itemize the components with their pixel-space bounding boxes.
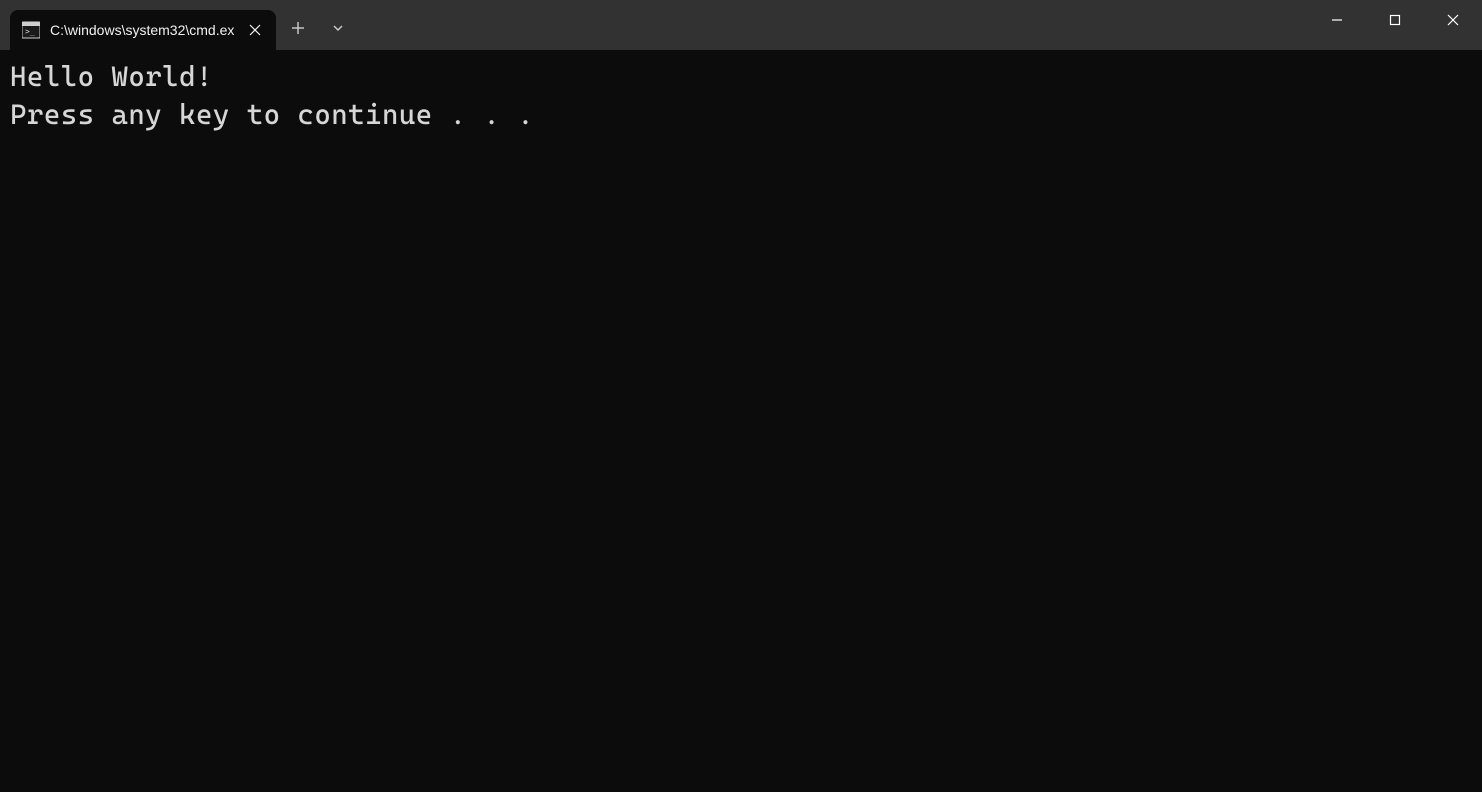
window-controls (1308, 0, 1482, 50)
terminal-output[interactable]: Hello World! Press any key to continue .… (0, 50, 1482, 792)
close-icon (1446, 13, 1460, 27)
tab-cmd[interactable]: >_ C:\windows\system32\cmd.ex (10, 10, 276, 50)
plus-icon (291, 21, 305, 35)
minimize-button[interactable] (1308, 0, 1366, 40)
console-line: Press any key to continue . . . (10, 98, 534, 131)
maximize-button[interactable] (1366, 0, 1424, 40)
tab-title: C:\windows\system32\cmd.ex (50, 22, 234, 38)
console-line: Hello World! (10, 60, 213, 93)
new-tab-button[interactable] (276, 10, 320, 50)
tab-dropdown-button[interactable] (320, 10, 356, 50)
maximize-icon (1388, 13, 1402, 27)
svg-text:>_: >_ (25, 27, 35, 36)
tab-close-button[interactable] (244, 19, 266, 41)
close-icon (249, 24, 261, 36)
titlebar: >_ C:\windows\system32\cmd.ex (0, 0, 1482, 50)
minimize-icon (1330, 13, 1344, 27)
titlebar-left: >_ C:\windows\system32\cmd.ex (0, 0, 356, 50)
cmd-icon: >_ (22, 21, 40, 39)
close-window-button[interactable] (1424, 0, 1482, 40)
chevron-down-icon (331, 21, 345, 35)
